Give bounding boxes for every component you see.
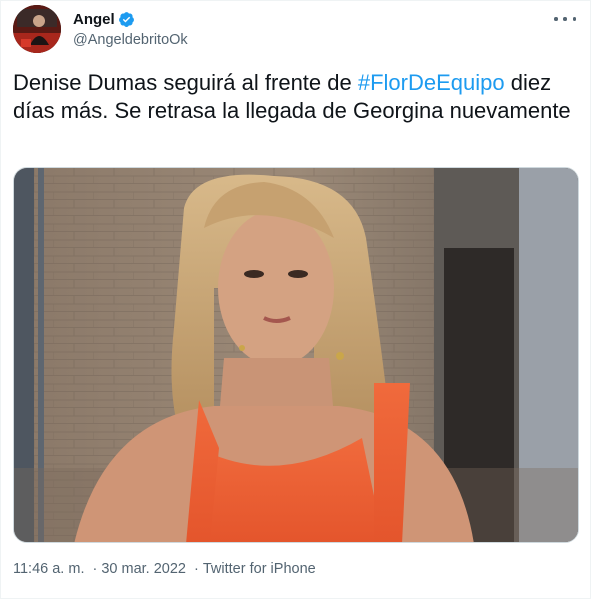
meta-separator: · [92,561,98,577]
verified-badge-icon [118,11,135,28]
tweet-meta: 11:46 a. m. · 30 mar. 2022 · Twitter for i… [13,561,316,577]
tweet-text-before: Denise Dumas seguirá al frente de [13,70,358,95]
more-dot-1 [554,17,558,21]
tweet-header: Angel @AngeldebritoOk [13,5,580,55]
more-dot-3 [572,17,576,21]
meta-separator: · [194,561,199,577]
author-handle[interactable]: @AngeldebritoOk [73,32,188,48]
avatar[interactable] [13,5,61,53]
tweet-date[interactable]: 30 mar. 2022 [101,561,186,577]
more-dot-2 [563,17,567,21]
tweet-photo[interactable] [13,167,579,543]
tweet-time[interactable]: 11:46 a. m. [13,561,84,577]
more-options-icon[interactable] [554,11,576,27]
tweet-client[interactable]: Twitter for iPhone [203,561,316,577]
tweet-card: Angel @AngeldebritoOk Denise Dumas segui… [0,0,591,599]
display-name[interactable]: Angel [73,11,115,28]
tweet-text: Denise Dumas seguirá al frente de #FlorD… [13,69,579,125]
author-names: Angel @AngeldebritoOk [73,9,188,49]
hashtag-link[interactable]: #FlorDeEquipo [358,70,505,95]
